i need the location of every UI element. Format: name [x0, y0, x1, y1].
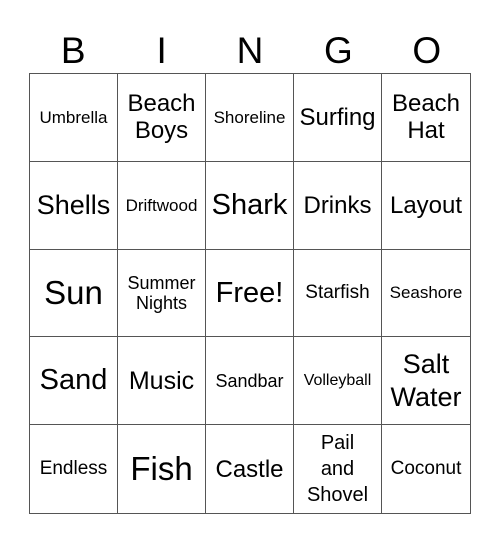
bingo-cell[interactable]: Driftwood [118, 161, 206, 250]
bingo-cell[interactable]: Fish [118, 425, 206, 513]
header-letter-o: O [412, 30, 442, 71]
bingo-cell[interactable]: Salt Water [382, 337, 470, 426]
header-letter-i: I [156, 30, 167, 71]
bingo-card: Umbrella Beach Boys Shoreline Surfing Be… [29, 73, 471, 514]
header-letter-n: N [236, 30, 264, 71]
bingo-cell[interactable]: Beach Boys [118, 74, 206, 162]
bingo-cell[interactable]: Beach Hat [382, 74, 470, 162]
bingo-cell[interactable]: Drinks [294, 161, 382, 250]
bingo-cell[interactable]: Umbrella [30, 74, 118, 162]
header-letter-g: G [324, 30, 353, 71]
bingo-cell[interactable]: Shells [30, 161, 118, 250]
bingo-header: B I N G O [29, 28, 471, 73]
bingo-cell[interactable]: Surfing [294, 74, 382, 162]
bingo-cell[interactable]: Music [118, 337, 206, 426]
bingo-cell[interactable]: Sandbar [206, 337, 294, 426]
bingo-cell[interactable]: Seashore [382, 250, 470, 338]
free-space[interactable]: Free! [206, 249, 294, 338]
bingo-cell[interactable]: Layout [382, 162, 470, 250]
bingo-cell[interactable]: Sun [30, 249, 118, 338]
bingo-cell[interactable]: Castle [206, 425, 294, 513]
header-letter-b: B [60, 30, 86, 71]
bingo-cell[interactable]: Summer Nights [118, 249, 206, 338]
bingo-cell[interactable]: Sand [30, 337, 118, 426]
bingo-cell[interactable]: Volleyball [294, 337, 382, 426]
bingo-cell[interactable]: Pail and Shovel [294, 425, 382, 513]
bingo-cell[interactable]: Endless [30, 425, 118, 513]
bingo-cell[interactable]: Shoreline [206, 74, 294, 162]
bingo-cell[interactable]: Shark [206, 161, 294, 250]
bingo-cell[interactable]: Starfish [294, 249, 382, 338]
bingo-cell[interactable]: Coconut [382, 425, 470, 513]
